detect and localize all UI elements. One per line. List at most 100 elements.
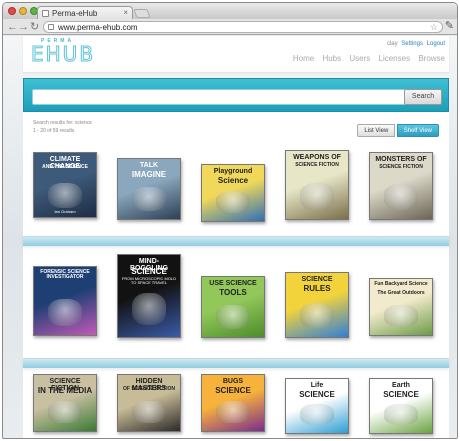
nav-licenses[interactable]: Licenses [379, 54, 411, 63]
book-cover[interactable]: BUGS SCIENCE [201, 374, 265, 432]
address-bar[interactable]: www.perma-ehub.com ☆ [43, 21, 443, 33]
book-subtitle: SCIENCE [383, 390, 419, 399]
shelf [23, 438, 449, 439]
book-subtitle: OF SCIENCE FICTION [123, 386, 175, 392]
book-cover[interactable]: Playground Science [201, 164, 265, 222]
cover-illustration [216, 191, 250, 213]
tab-close-icon[interactable]: × [123, 8, 128, 17]
book-subtitle: RULES [303, 284, 331, 293]
page-icon [48, 24, 54, 30]
nav-home[interactable]: Home [293, 54, 314, 63]
nav-users[interactable]: Users [349, 54, 370, 63]
bookmark-star-icon[interactable]: ☆ [430, 22, 438, 33]
forward-icon[interactable]: → [18, 20, 29, 34]
cover-illustration [300, 404, 334, 425]
book-title: BUGS [222, 378, 244, 385]
book-subtitle: The Great Outdoors [377, 290, 425, 296]
book-subtitle: SCIENCE [299, 390, 335, 399]
results-bar: Search results for: science 1 - 20 of 59… [23, 112, 449, 142]
book-subtitle: IMAGINE [131, 170, 167, 179]
book-title: FORENSIC SCIENCE INVESTIGATOR [40, 269, 90, 280]
browser-window: Perma-eHub × ← → ↻ www.perma-ehub.com ☆ … [2, 2, 458, 439]
book-cover[interactable]: CLIMATE CHANGE AND THE SCIENCE Ian Graham [33, 152, 97, 218]
book-subtitle: SCIENCE FICTION [379, 164, 423, 170]
book-subtitle: TOOLS [219, 288, 247, 297]
settings-link[interactable]: Settings [401, 41, 423, 47]
book-title: MONSTERS OF [375, 156, 427, 163]
back-icon[interactable]: ← [7, 20, 18, 34]
book-cover[interactable]: MONSTERS OF SCIENCE FICTION [369, 152, 433, 220]
site-logo[interactable]: PERMA EHUB [30, 38, 95, 65]
cover-illustration [48, 401, 82, 423]
shelf-view-button[interactable]: Shelf View [396, 124, 439, 137]
book-title: Fun Backyard Science [374, 281, 428, 287]
title-bar: Perma-eHub × [3, 3, 457, 20]
book-title: WEAPONS OF [293, 154, 341, 161]
book-cover[interactable]: HIDDEN MASTERS OF SCIENCE FICTION [117, 374, 181, 432]
reload-icon[interactable]: ↻ [30, 20, 39, 34]
book-cover[interactable]: WEAPONS OF SCIENCE FICTION [285, 150, 349, 220]
cover-illustration [132, 401, 166, 423]
book-cover[interactable]: Life SCIENCE [285, 378, 349, 434]
book-title: Life [310, 382, 324, 389]
logout-link[interactable]: Logout [427, 41, 445, 47]
book-title: Earth [392, 382, 410, 389]
book-title: TALK [139, 162, 159, 169]
search-button[interactable]: Search [404, 89, 442, 105]
username: clay [386, 41, 398, 47]
main-nav: Home Hubs Users Licenses Browse [287, 54, 445, 63]
wrench-icon[interactable]: ✎ [445, 19, 454, 32]
list-view-button[interactable]: List View [357, 124, 396, 137]
cover-illustration [132, 187, 166, 211]
cover-illustration [48, 183, 82, 208]
tab-title: Perma-eHub [52, 9, 98, 18]
book-cover[interactable]: TALK IMAGINE [117, 158, 181, 220]
book-cover[interactable]: FORENSIC SCIENCE INVESTIGATOR [33, 266, 97, 336]
book-subtitle: Science [217, 176, 249, 185]
cover-illustration [300, 303, 334, 328]
user-menu: clay Settings Logout [387, 41, 445, 47]
book-tagline: FROM MICROSCOPIC MOLD TO SPACE TRAVEL [121, 276, 177, 286]
book-subtitle: SCIENCE [215, 386, 251, 395]
minimize-window-button[interactable] [19, 7, 27, 15]
view-toggle: List View Shelf View [357, 119, 439, 137]
book-cover[interactable]: Earth SCIENCE [369, 378, 433, 434]
results-summary: Search results for: science 1 - 20 of 59… [33, 120, 92, 134]
nav-hubs[interactable]: Hubs [322, 54, 341, 63]
url-text: www.perma-ehub.com [58, 23, 138, 32]
shelf [23, 358, 449, 368]
nav-browse[interactable]: Browse [418, 54, 445, 63]
book-cover[interactable]: SCIENCE FICTION IN THE MEDIA [33, 374, 97, 432]
book-subtitle: AND THE SCIENCE [42, 164, 88, 170]
book-title: USE SCIENCE [209, 280, 257, 287]
new-tab-button[interactable] [133, 9, 151, 18]
book-title: Playground [213, 168, 253, 175]
book-cover[interactable]: SCIENCE RULES [285, 272, 349, 338]
search-input[interactable] [32, 89, 408, 105]
cover-illustration [216, 401, 250, 423]
book-title: SCIENCE [301, 276, 333, 283]
cover-illustration [384, 404, 418, 425]
cover-illustration [300, 183, 334, 210]
cover-illustration [384, 184, 418, 210]
close-window-button[interactable] [8, 7, 16, 15]
book-subtitle: SCIENCE [131, 267, 167, 276]
book-subtitle: SCIENCE FICTION [295, 162, 339, 168]
page-icon [42, 10, 49, 17]
search-panel: Search [23, 78, 449, 112]
book-cover[interactable]: MIND-BOGGLING FROM MICROSCOPIC MOLD TO SP… [117, 254, 181, 338]
book-cover[interactable]: Fun Backyard Science The Great Outdoors [369, 278, 433, 336]
cover-illustration [216, 305, 250, 329]
book-author: Ian Graham [54, 208, 76, 214]
browser-toolbar: ← → ↻ www.perma-ehub.com ☆ ✎ [3, 19, 457, 35]
cover-illustration [48, 299, 82, 326]
cover-illustration [132, 293, 166, 325]
page-content: PERMA EHUB clay Settings Logout Home Hub… [3, 36, 457, 439]
site-header: PERMA EHUB clay Settings Logout Home Hub… [23, 36, 449, 72]
book-cover[interactable]: USE SCIENCE TOOLS [201, 276, 265, 338]
bookshelf: CLIMATE CHANGE AND THE SCIENCE Ian Graham T… [23, 142, 449, 439]
shelf [23, 236, 449, 246]
cover-illustration [384, 305, 418, 327]
book-subtitle: IN THE MEDIA [37, 386, 93, 395]
browser-tab[interactable]: Perma-eHub × [37, 6, 133, 20]
